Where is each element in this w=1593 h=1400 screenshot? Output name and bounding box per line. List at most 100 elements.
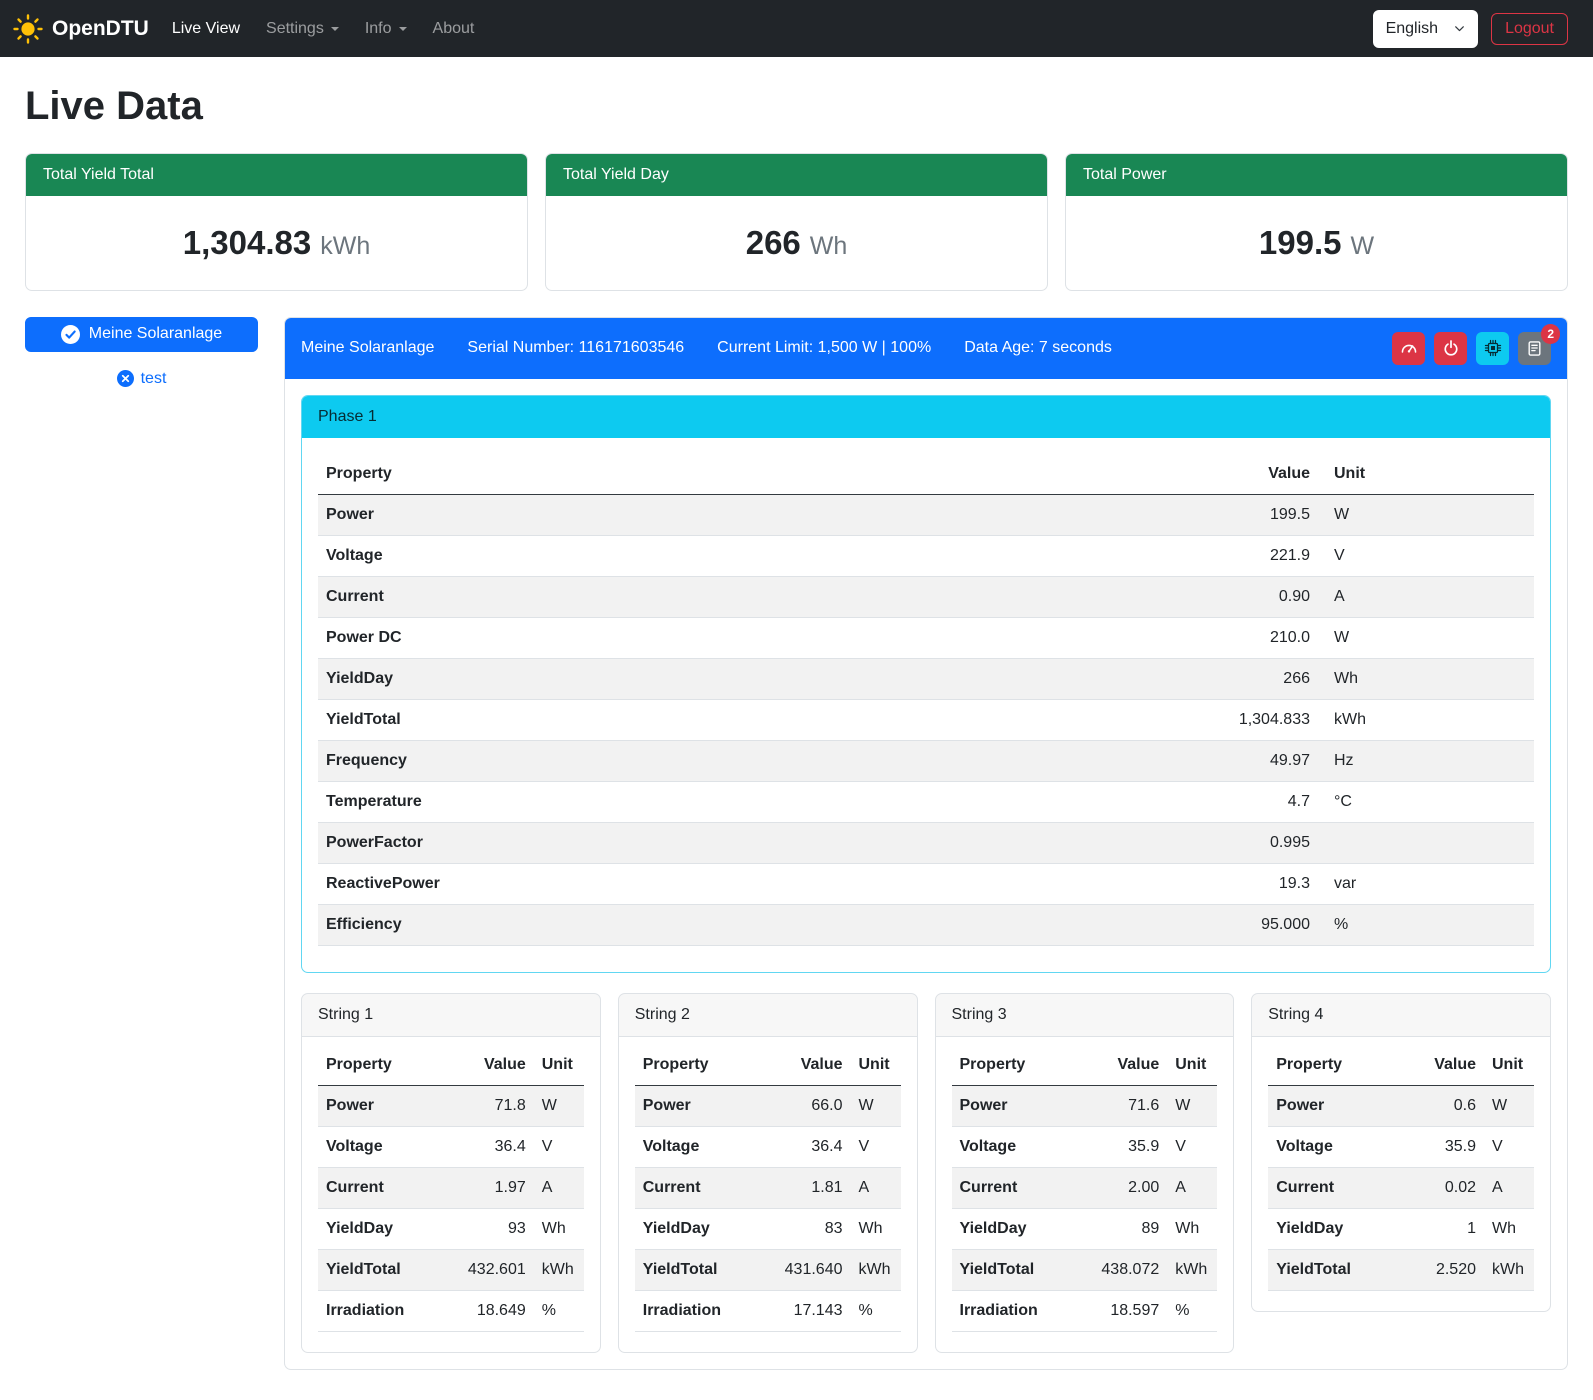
property-value: 36.4 bbox=[439, 1126, 534, 1167]
nav-link-info[interactable]: Info bbox=[352, 9, 420, 49]
property-name: Current bbox=[952, 1167, 1073, 1208]
property-value: 4.7 bbox=[916, 781, 1318, 822]
property-name: Irradiation bbox=[635, 1290, 756, 1331]
property-value: 17.143 bbox=[756, 1290, 851, 1331]
property-value: 0.02 bbox=[1400, 1167, 1484, 1208]
cpu-icon bbox=[1484, 339, 1502, 357]
property-unit: % bbox=[534, 1290, 584, 1331]
speedometer-icon bbox=[1400, 339, 1418, 357]
property-unit: var bbox=[1318, 863, 1534, 904]
table-row: Power DC 210.0 W bbox=[318, 617, 1534, 658]
property-unit: V bbox=[851, 1126, 901, 1167]
property-name: Voltage bbox=[952, 1126, 1073, 1167]
property-unit: kWh bbox=[1484, 1249, 1534, 1290]
property-name: YieldTotal bbox=[635, 1249, 756, 1290]
property-unit: kWh bbox=[851, 1249, 901, 1290]
property-name: Voltage bbox=[318, 1126, 439, 1167]
inverter-select-test[interactable]: test bbox=[25, 367, 258, 391]
property-name: YieldTotal bbox=[318, 699, 916, 740]
nav-links: Live View Settings Info About bbox=[159, 9, 488, 49]
property-value: 93 bbox=[439, 1208, 534, 1249]
property-value: 19.3 bbox=[916, 863, 1318, 904]
column-header-value: Value bbox=[1072, 1045, 1167, 1086]
property-name: YieldDay bbox=[318, 658, 916, 699]
summary-card-body: 266Wh bbox=[546, 196, 1047, 290]
property-value: 18.597 bbox=[1072, 1290, 1167, 1331]
property-value: 71.8 bbox=[439, 1085, 534, 1126]
property-value: 199.5 bbox=[916, 494, 1318, 535]
power-button[interactable] bbox=[1434, 332, 1467, 365]
property-name: Power bbox=[318, 1085, 439, 1126]
property-value: 66.0 bbox=[756, 1085, 851, 1126]
property-value: 83 bbox=[756, 1208, 851, 1249]
inverter-panel: Meine Solaranlage Serial Number: 1161716… bbox=[284, 317, 1568, 1370]
check-circle-icon bbox=[61, 325, 80, 344]
table-row: Power 71.6 W bbox=[952, 1085, 1218, 1126]
property-value: 431.640 bbox=[756, 1249, 851, 1290]
device-info-button[interactable] bbox=[1476, 332, 1509, 365]
limit-settings-button[interactable] bbox=[1392, 332, 1425, 365]
journal-icon bbox=[1526, 340, 1543, 357]
string-table: Property Value Unit Power bbox=[952, 1045, 1218, 1332]
table-row: Current 0.90 A bbox=[318, 576, 1534, 617]
table-header-row: Property Value Unit bbox=[952, 1045, 1218, 1086]
table-row: YieldDay 93 Wh bbox=[318, 1208, 584, 1249]
column-header-value: Value bbox=[756, 1045, 851, 1086]
phase-title: Phase 1 bbox=[302, 396, 1550, 438]
property-name: Current bbox=[635, 1167, 756, 1208]
table-header-row: Property Value Unit bbox=[1268, 1045, 1534, 1086]
property-value: 71.6 bbox=[1072, 1085, 1167, 1126]
property-unit: A bbox=[534, 1167, 584, 1208]
inverter-sidebar: Meine Solaranlage test bbox=[25, 317, 258, 391]
string-table: Property Value Unit Power bbox=[1268, 1045, 1534, 1291]
property-name: Power bbox=[952, 1085, 1073, 1126]
nav-link-settings[interactable]: Settings bbox=[253, 9, 352, 49]
inverter-select-button-active[interactable]: Meine Solaranlage bbox=[25, 317, 258, 352]
table-row: Current 2.00 A bbox=[952, 1167, 1218, 1208]
inverter-test-label: test bbox=[141, 367, 167, 391]
chevron-down-icon bbox=[1454, 23, 1465, 34]
string-title: String 2 bbox=[619, 994, 917, 1037]
nav-link-about[interactable]: About bbox=[420, 9, 488, 49]
property-unit: Wh bbox=[534, 1208, 584, 1249]
property-value: 35.9 bbox=[1400, 1126, 1484, 1167]
property-value: 0.995 bbox=[916, 822, 1318, 863]
property-name: Temperature bbox=[318, 781, 916, 822]
column-header-value: Value bbox=[439, 1045, 534, 1086]
nav-link-live-view[interactable]: Live View bbox=[159, 9, 253, 49]
event-log-button[interactable]: 2 bbox=[1518, 332, 1551, 365]
table-row: YieldTotal 1,304.833 kWh bbox=[318, 699, 1534, 740]
table-row: Power 199.5 W bbox=[318, 494, 1534, 535]
table-row: Frequency 49.97 Hz bbox=[318, 740, 1534, 781]
table-row: YieldDay 83 Wh bbox=[635, 1208, 901, 1249]
table-row: Irradiation 18.597 % bbox=[952, 1290, 1218, 1331]
logout-button[interactable]: Logout bbox=[1491, 13, 1568, 45]
property-unit: A bbox=[1318, 576, 1534, 617]
string-table: Property Value Unit Power bbox=[635, 1045, 901, 1332]
property-name: Current bbox=[318, 576, 916, 617]
summary-card-title: Total Power bbox=[1066, 154, 1567, 196]
column-header-property: Property bbox=[952, 1045, 1073, 1086]
brand-link[interactable]: OpenDTU bbox=[13, 13, 149, 45]
column-header-value: Value bbox=[1400, 1045, 1484, 1086]
string-card-2: String 2 Property Value Unit bbox=[618, 993, 918, 1353]
column-header-property: Property bbox=[635, 1045, 756, 1086]
property-unit: V bbox=[534, 1126, 584, 1167]
table-row: YieldDay 1 Wh bbox=[1268, 1208, 1534, 1249]
property-value: 1.81 bbox=[756, 1167, 851, 1208]
table-row: YieldDay 266 Wh bbox=[318, 658, 1534, 699]
string-card-4: String 4 Property Value Unit bbox=[1251, 993, 1551, 1312]
property-value: 49.97 bbox=[916, 740, 1318, 781]
summary-card-total-power: Total Power 199.5W bbox=[1065, 153, 1568, 291]
summary-card-total-yield-total: Total Yield Total 1,304.83kWh bbox=[25, 153, 528, 291]
property-value: 89 bbox=[1072, 1208, 1167, 1249]
brand-text: OpenDTU bbox=[52, 13, 149, 45]
language-select[interactable]: English bbox=[1373, 10, 1478, 48]
chevron-down-icon bbox=[331, 27, 339, 31]
table-row: Efficiency 95.000 % bbox=[318, 904, 1534, 945]
property-unit: % bbox=[1318, 904, 1534, 945]
property-unit: % bbox=[1167, 1290, 1217, 1331]
phase-body: Property Value Unit Power bbox=[302, 438, 1550, 972]
page-container: Live Data Total Yield Total 1,304.83kWh … bbox=[0, 76, 1593, 1400]
property-unit: °C bbox=[1318, 781, 1534, 822]
